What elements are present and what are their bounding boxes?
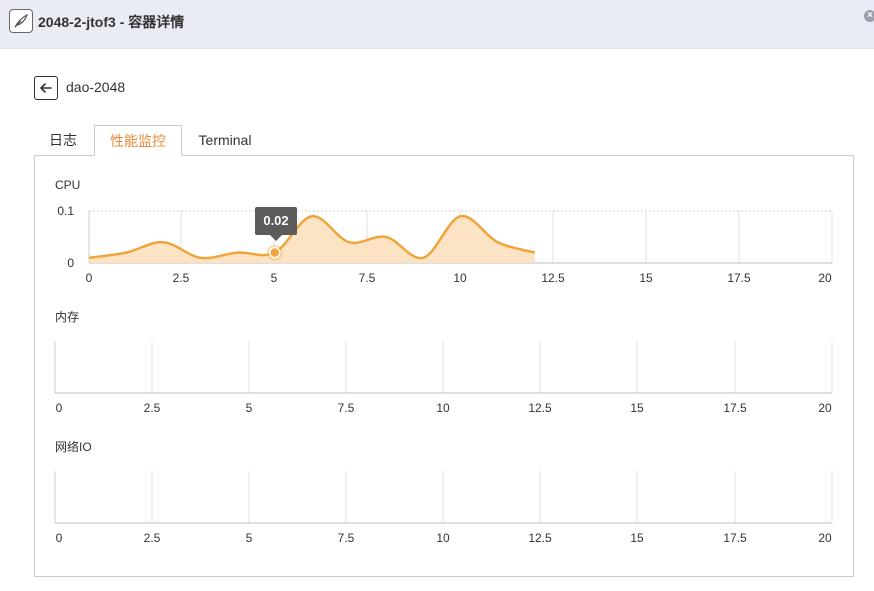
cpu-highlight-point bbox=[269, 246, 281, 259]
charts-canvas: 0 2.5 5 7.5 10 12.5 15 17.5 200.100 2.5 5 7.5 10 12.5… bbox=[54, 204, 833, 545]
network-x-tick-label: 17.5 bbox=[723, 531, 747, 545]
tab-performance[interactable]: 性能监控 bbox=[94, 125, 182, 156]
memory-x-tick-label: 12.5 bbox=[528, 401, 552, 415]
cpu-y-tick-label: 0.1 bbox=[57, 204, 74, 218]
memory-x-tick-label: 15 bbox=[630, 401, 644, 415]
cpu-x-tick-label: 10 bbox=[453, 271, 467, 285]
network-x-tick-label: 7.5 bbox=[338, 531, 355, 545]
cpu-series-area bbox=[89, 215, 535, 263]
network-x-tick-label: 10 bbox=[436, 531, 450, 545]
memory-x-tick-label: 0 bbox=[56, 401, 63, 415]
cpu-x-tick-label: 12.5 bbox=[541, 271, 565, 285]
memory-x-tick-label: 17.5 bbox=[723, 401, 747, 415]
memory-x-tick-label: 20 bbox=[818, 401, 832, 415]
network-x-tick-label: 12.5 bbox=[528, 531, 552, 545]
cpu-x-tick-label: 5 bbox=[271, 271, 278, 285]
cpu-x-tick-label: 15 bbox=[639, 271, 653, 285]
cpu-x-tick-label: 2.5 bbox=[173, 271, 190, 285]
memory-x-tick-label: 7.5 bbox=[338, 401, 355, 415]
cpu-x-tick-label: 7.5 bbox=[359, 271, 376, 285]
network-x-tick-label: 2.5 bbox=[144, 531, 161, 545]
network-x-tick-label: 5 bbox=[246, 531, 253, 545]
network-x-tick-label: 20 bbox=[818, 531, 832, 545]
cpu-y-tick-label: 0 bbox=[67, 256, 74, 270]
cpu-x-tick-label: 17.5 bbox=[727, 271, 751, 285]
memory-x-tick-label: 5 bbox=[246, 401, 253, 415]
memory-x-tick-label: 2.5 bbox=[144, 401, 161, 415]
cpu-x-tick-label: 0 bbox=[86, 271, 93, 285]
network-x-tick-label: 15 bbox=[630, 531, 644, 545]
cpu-x-tick-label: 20 bbox=[818, 271, 832, 285]
memory-x-tick-label: 10 bbox=[436, 401, 450, 415]
cpu-tooltip: 0.02 bbox=[255, 207, 297, 241]
network-x-tick-label: 0 bbox=[56, 531, 63, 545]
